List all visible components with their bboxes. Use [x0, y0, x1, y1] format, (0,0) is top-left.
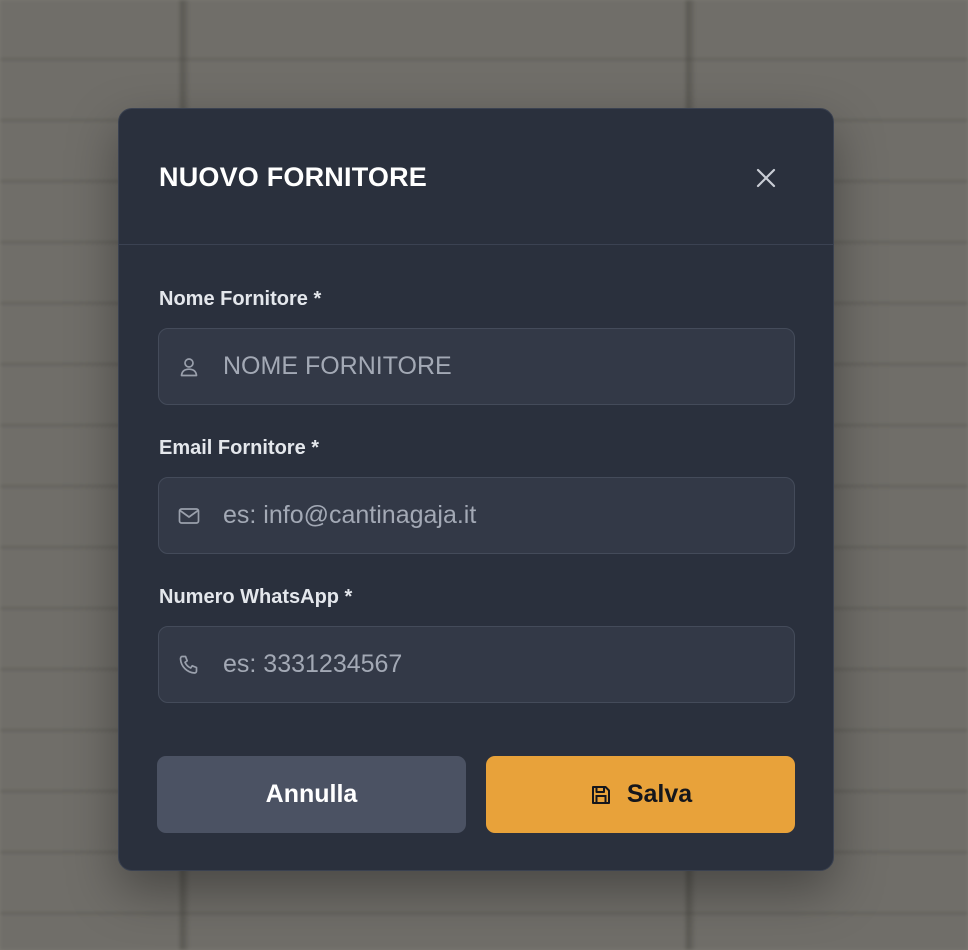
supplier-name-label: Nome Fornitore *	[159, 288, 322, 310]
save-button[interactable]: Salva	[486, 756, 795, 833]
dialog-title: NUOVO FORNITORE	[159, 162, 428, 192]
supplier-email-input[interactable]	[223, 478, 783, 553]
supplier-email-label: Email Fornitore *	[159, 437, 320, 459]
whatsapp-number-input[interactable]	[223, 627, 783, 702]
supplier-name-field[interactable]	[158, 328, 795, 405]
mail-icon	[178, 508, 200, 524]
new-supplier-dialog: NUOVO FORNITORE Nome Fornitore * Email F…	[118, 108, 834, 871]
cancel-button[interactable]: Annulla	[157, 756, 466, 833]
dialog-header: NUOVO FORNITORE	[119, 109, 833, 245]
cancel-button-label: Annulla	[265, 780, 358, 808]
save-button-label: Salva	[626, 780, 693, 808]
whatsapp-number-label: Numero WhatsApp *	[159, 586, 353, 608]
close-icon	[756, 168, 776, 188]
user-icon	[180, 358, 198, 377]
save-icon	[591, 785, 610, 804]
supplier-name-input[interactable]	[223, 329, 783, 404]
supplier-email-field[interactable]	[158, 477, 795, 554]
close-button[interactable]	[751, 163, 781, 193]
phone-icon	[179, 655, 198, 674]
whatsapp-number-field[interactable]	[158, 626, 795, 703]
